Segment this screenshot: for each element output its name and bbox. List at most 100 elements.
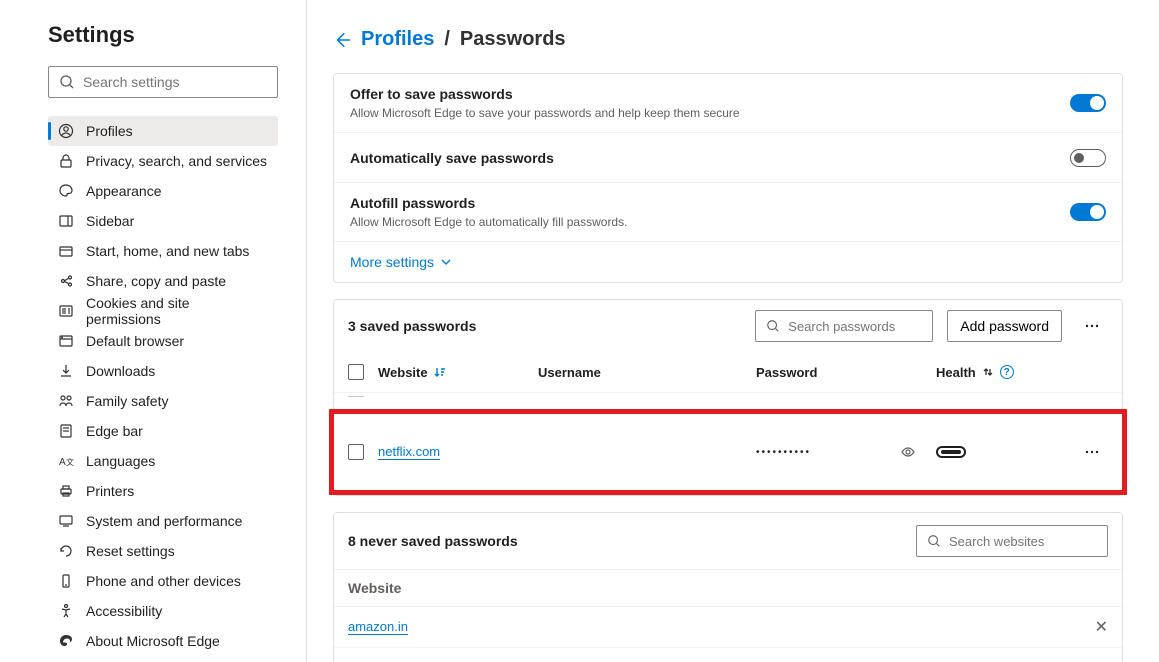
col-website[interactable]: Website [378,365,528,380]
password-options-card: Offer to save passwords Allow Microsoft … [333,73,1123,283]
main-content: Profiles / Passwords Offer to save passw… [307,0,1159,662]
nav-item-profiles[interactable]: Profiles [48,116,278,146]
nav-item-privacy[interactable]: Privacy, search, and services [48,146,278,176]
password-cell: •••••••••• [756,444,926,460]
search-websites-input[interactable] [949,534,1125,549]
nav-item-family[interactable]: Family safety [48,386,278,416]
sort-arrows-icon [982,366,994,378]
phone-icon [58,573,74,589]
reveal-password-icon[interactable] [900,444,916,460]
reset-icon [58,543,74,559]
offer-save-sub: Allow Microsoft Edge to save your passwo… [350,106,1070,120]
saved-passwords-card: 3 saved passwords Add password Website U… [333,299,1123,496]
nav-item-about[interactable]: About Microsoft Edge [48,626,278,656]
remove-never-button[interactable]: ✕ [1095,658,1108,662]
breadcrumb-parent[interactable]: Profiles [361,28,434,51]
nav-item-share[interactable]: Share, copy and paste [48,266,278,296]
breadcrumb: Profiles / Passwords [333,28,1123,51]
highlighted-row-border: netflix.com •••••••••• [329,409,1127,495]
search-icon [59,74,75,90]
autofill-toggle[interactable] [1070,203,1106,221]
nav-item-reset[interactable]: Reset settings [48,536,278,566]
col-health[interactable]: Health ? [936,365,1066,380]
saved-passwords-title: 3 saved passwords [348,318,745,334]
chevron-down-icon [440,256,452,268]
breadcrumb-sep: / [444,28,450,51]
download-icon [58,363,74,379]
row-more-button[interactable] [1076,436,1108,468]
nav-item-cookies[interactable]: Cookies and site permissions [48,296,278,326]
website-link[interactable]: netflix.com [378,444,440,460]
offer-save-toggle[interactable] [1070,94,1106,112]
info-icon[interactable]: ? [1000,365,1014,379]
profile-icon [58,123,74,139]
nav-item-sidebar[interactable]: Sidebar [48,206,278,236]
nav-item-printers[interactable]: Printers [48,476,278,506]
remove-never-button[interactable]: ✕ [1095,617,1108,637]
more-settings-row: More settings [334,242,1122,282]
nav-label: Share, copy and paste [86,273,226,289]
nav-item-default-browser[interactable]: Default browser [48,326,278,356]
breadcrumb-current: Passwords [460,28,566,51]
auto-save-row: Automatically save passwords [334,133,1122,183]
nav-label: About Microsoft Edge [86,633,220,649]
search-settings-input[interactable] [83,74,267,90]
nav-item-start[interactable]: Start, home, and new tabs [48,236,278,266]
more-settings-label: More settings [350,254,434,270]
nav-label: Edge bar [86,423,143,439]
autofill-title: Autofill passwords [350,195,1070,211]
nav-label: Phone and other devices [86,573,241,589]
accessibility-icon [58,603,74,619]
more-settings-link[interactable]: More settings [350,254,452,270]
nav-label: Start, home, and new tabs [86,243,249,259]
more-actions-button[interactable] [1076,310,1108,342]
password-masked: •••••••••• [756,447,811,458]
printer-icon [58,483,74,499]
search-websites-box[interactable] [916,525,1108,557]
auto-save-toggle[interactable] [1070,149,1106,167]
autofill-row: Autofill passwords Allow Microsoft Edge … [334,183,1122,242]
nav-item-accessibility[interactable]: Accessibility [48,596,278,626]
password-row-netflix[interactable]: netflix.com •••••••••• [334,414,1122,490]
nav-item-phone[interactable]: Phone and other devices [48,566,278,596]
nav-label: Reset settings [86,543,175,559]
never-saved-card: 8 never saved passwords Website amazon.i… [333,512,1123,662]
never-saved-header: 8 never saved passwords [334,513,1122,570]
add-password-button[interactable]: Add password [947,310,1062,342]
system-icon [58,513,74,529]
nav-item-languages[interactable]: A文 Languages [48,446,278,476]
search-passwords-box[interactable] [755,310,933,342]
nav-item-downloads[interactable]: Downloads [48,356,278,386]
nav-label: Languages [86,453,155,469]
row-checkbox[interactable] [348,444,364,460]
select-all-checkbox[interactable] [348,364,364,380]
nav-item-system[interactable]: System and performance [48,506,278,536]
tab-icon [58,243,74,259]
edgebar-icon [58,423,74,439]
never-saved-title: 8 never saved passwords [348,533,906,549]
appearance-icon [58,183,74,199]
back-arrow-icon[interactable] [333,31,351,49]
nav-label: Downloads [86,363,155,379]
col-username[interactable]: Username [538,365,746,380]
nav-item-appearance[interactable]: Appearance [48,176,278,206]
nav-label: Printers [86,483,134,499]
browser-icon [58,333,74,349]
nav-item-edgebar[interactable]: Edge bar [48,416,278,446]
never-site-link[interactable]: amazon.in [348,619,408,635]
languages-icon: A文 [58,453,74,469]
partial-row-cutoff [334,393,1122,409]
nav-label: Privacy, search, and services [86,153,267,169]
nav-label: Profiles [86,123,133,139]
lock-icon [58,153,74,169]
search-settings-box[interactable] [48,66,278,98]
col-password[interactable]: Password [756,365,926,380]
never-col-header: Website [334,570,1122,607]
nav-label: Sidebar [86,213,134,229]
autofill-sub: Allow Microsoft Edge to automatically fi… [350,215,1070,229]
nav-label: Family safety [86,393,168,409]
settings-title: Settings [48,22,278,48]
search-passwords-input[interactable] [788,319,964,334]
saved-passwords-header: 3 saved passwords Add password [334,300,1122,352]
offer-save-title: Offer to save passwords [350,86,1070,102]
